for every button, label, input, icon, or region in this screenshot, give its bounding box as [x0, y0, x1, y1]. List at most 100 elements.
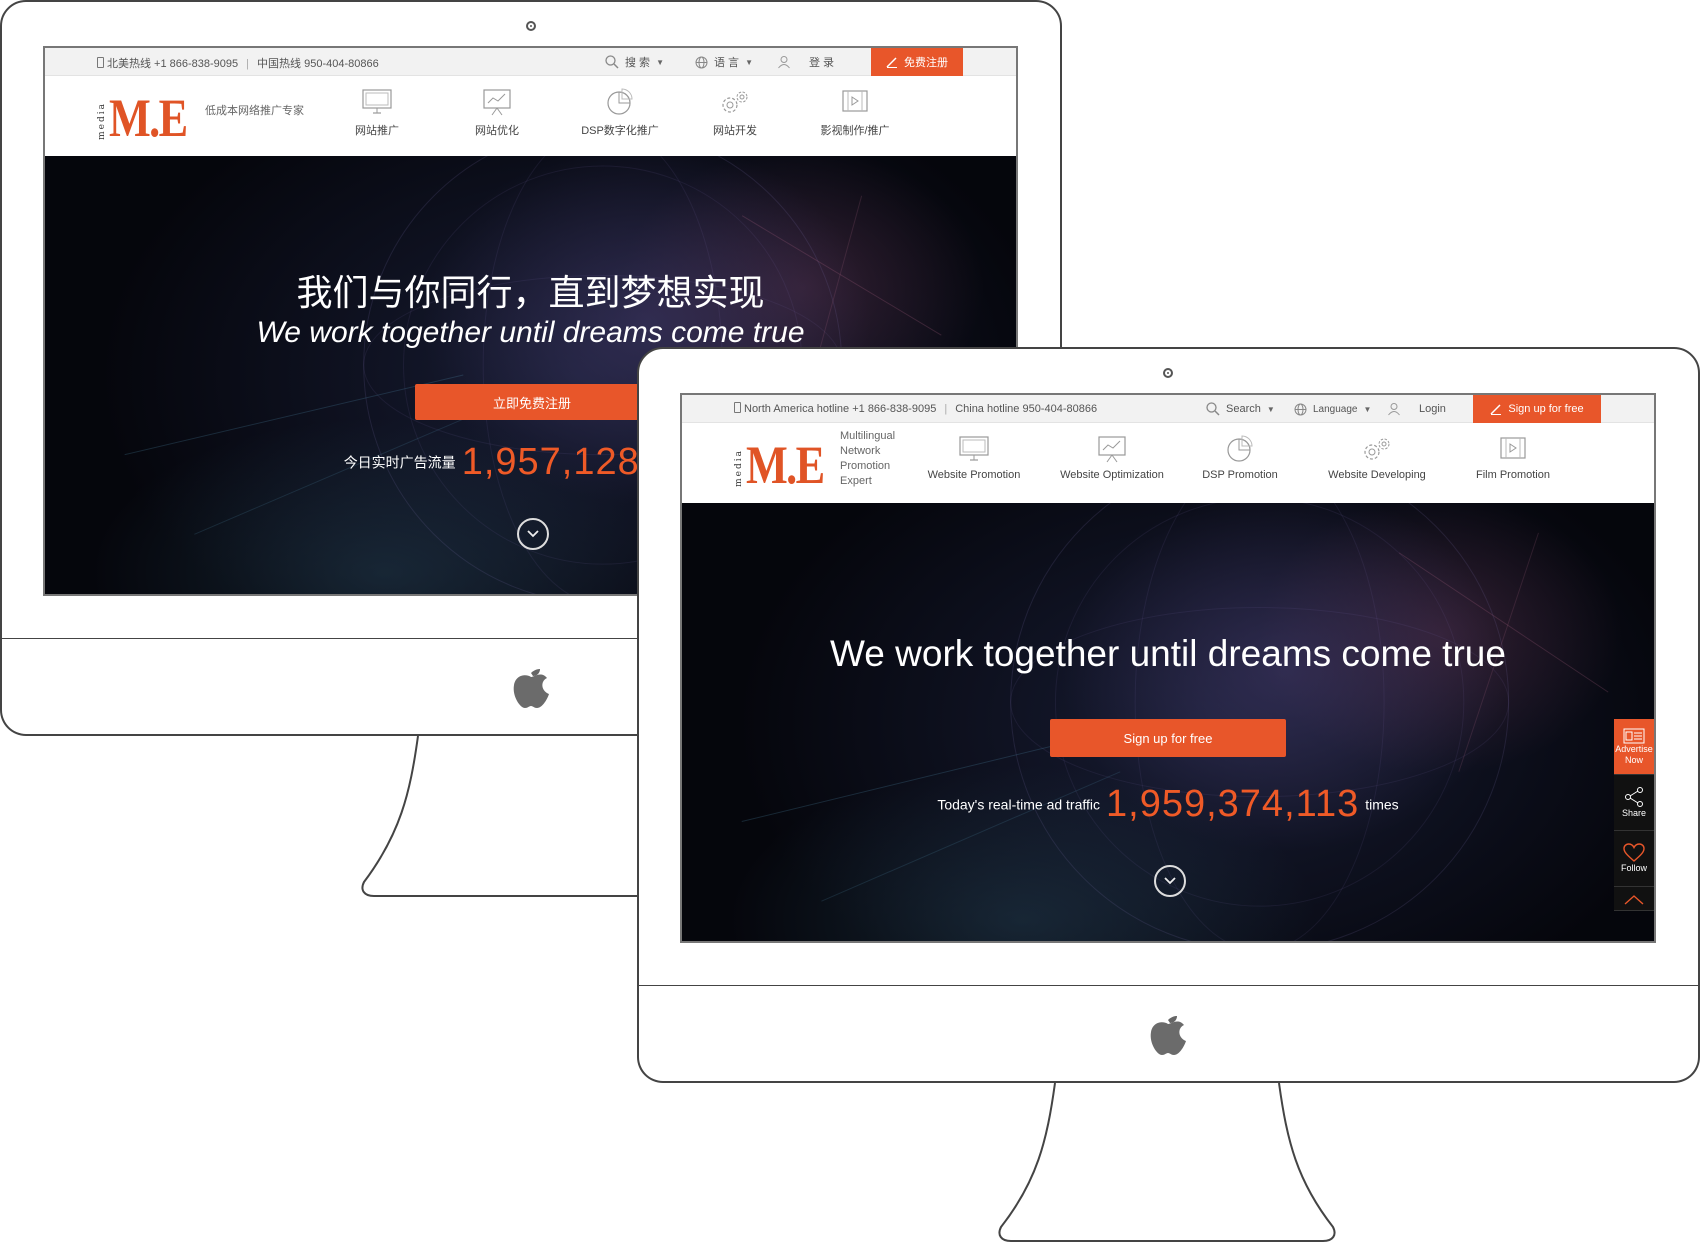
tagline-line: Expert: [840, 475, 872, 487]
nav-label: 网站推广: [355, 125, 399, 137]
apple-logo-icon: [513, 669, 549, 708]
pencil-icon: [886, 57, 897, 68]
language-label: Language: [1313, 403, 1358, 415]
hero-title: We work together until dreams come true: [830, 633, 1506, 674]
logo-media-text: media: [734, 449, 744, 487]
front-imac-mockup: North America hotline +1 866-838-9095 | Ch…: [637, 347, 1700, 1247]
chart-board-icon: [483, 89, 511, 116]
camera-icon: [1163, 368, 1173, 378]
language-toggle[interactable]: 语 言 ▼: [695, 48, 753, 76]
nav-item-website-developing[interactable]: 网站开发: [695, 88, 775, 138]
advertise-label: Advertise Now: [1615, 743, 1653, 765]
chart-board-icon: [1098, 436, 1126, 463]
nav-label: Website Developing: [1328, 469, 1426, 481]
language-label: 语 言: [714, 57, 740, 69]
nav-item-dsp[interactable]: DSP Promotion: [1190, 435, 1290, 481]
search-label: 搜 索: [625, 57, 651, 69]
tagline-line: Multilingual: [840, 430, 896, 442]
phone-icon: [97, 57, 104, 68]
follow-button[interactable]: Follow: [1614, 831, 1654, 887]
tagline: Multilingual Network Promotion Expert: [840, 429, 895, 489]
hotline-info: 北美热线 +1 866-838-9095 | 中国热线 950-404-80866: [97, 55, 379, 71]
back-to-top-button[interactable]: [1614, 887, 1654, 911]
site-logo[interactable]: media M.E: [734, 435, 841, 495]
logo-me-text: M.E: [746, 435, 825, 495]
nav-label: 影视制作/推广: [820, 125, 890, 137]
signup-button[interactable]: Sign up for free: [1473, 395, 1601, 423]
login-link[interactable]: 登 录: [777, 48, 834, 76]
chevron-down-icon: [527, 530, 539, 538]
search-toggle[interactable]: Search ▼: [1206, 395, 1275, 423]
nav-item-dsp[interactable]: DSP数字化推广: [565, 88, 675, 138]
nav-item-website-promotion[interactable]: 网站推广: [337, 88, 417, 138]
hero-title-cn: 我们与你同行，直到梦想实现: [296, 273, 765, 314]
share-button[interactable]: Share: [1614, 775, 1654, 831]
nav-label: 网站优化: [475, 125, 519, 137]
top-utility-bar: North America hotline +1 866-838-9095 | Ch…: [682, 395, 1654, 423]
signup-button[interactable]: 免费注册: [871, 48, 963, 76]
globe-icon: [1294, 403, 1307, 415]
nav-item-website-optimization[interactable]: 网站优化: [457, 88, 537, 138]
traffic-label: 今日实时广告流量: [343, 454, 456, 471]
film-icon: [1500, 437, 1526, 459]
tagline-line: Network: [840, 445, 881, 457]
nav-label: DSP Promotion: [1202, 469, 1278, 481]
hotline-cn: China hotline 950-404-80866: [955, 403, 1098, 415]
scroll-down-button[interactable]: [517, 518, 549, 550]
scroll-down-button[interactable]: [1154, 865, 1186, 897]
tagline: 低成本网络推广专家: [205, 105, 304, 117]
phone-icon: [734, 402, 741, 413]
pie-chart-icon: [607, 88, 633, 115]
login-link[interactable]: Login: [1387, 395, 1446, 423]
chevron-down-icon: ▼: [656, 57, 664, 67]
hotline-na: 北美热线 +1 866-838-9095: [107, 58, 239, 70]
main-nav: media M.E Multilingual Network Promotion…: [682, 423, 1654, 503]
main-nav: media M.E 低成本网络推广专家 网站推广 网站优化 DSP数字化推广 网…: [45, 76, 1016, 156]
apple-logo-icon: [1150, 1016, 1186, 1055]
nav-label: Website Optimization: [1060, 469, 1164, 481]
monitor-icon: [362, 89, 392, 114]
nav-item-website-promotion[interactable]: Website Promotion: [918, 435, 1030, 481]
nav-label: Website Promotion: [927, 469, 1021, 481]
nav-item-website-developing[interactable]: Website Developing: [1312, 435, 1442, 481]
signup-label: 免费注册: [904, 57, 948, 69]
hero-signup-button[interactable]: 立即免费注册: [415, 384, 649, 420]
heart-icon: [1623, 843, 1645, 862]
logo-media-text: media: [97, 102, 107, 140]
hero-banner: We work together until dreams come true …: [682, 503, 1654, 941]
nav-item-film[interactable]: Film Promotion: [1458, 435, 1568, 481]
hotline-info: North America hotline +1 866-838-9095 | Ch…: [734, 402, 1097, 415]
search-icon: [1206, 402, 1220, 416]
login-label: Login: [1419, 403, 1446, 415]
nav-label: Film Promotion: [1476, 469, 1550, 481]
follow-label: Follow: [1620, 863, 1647, 873]
search-toggle[interactable]: 搜 索 ▼: [605, 48, 664, 76]
traffic-counter: Today's real-time ad traffic 1,959,374,11…: [682, 783, 1654, 826]
globe-icon: [695, 56, 708, 68]
hero-signup-button[interactable]: Sign up for free: [1050, 719, 1286, 757]
pie-chart-icon: [1227, 435, 1253, 462]
camera-icon: [526, 21, 536, 31]
signup-label: Sign up for free: [1508, 403, 1584, 415]
nav-item-website-optimization[interactable]: Website Optimization: [1042, 435, 1182, 481]
hotline-na: North America hotline +1 866-838-9095: [744, 403, 937, 415]
monitor-icon: [959, 436, 989, 461]
ad-board-icon: [1623, 728, 1645, 743]
gears-icon: [1364, 438, 1390, 460]
gears-icon: [722, 91, 748, 113]
nav-label: 网站开发: [713, 125, 757, 137]
language-toggle[interactable]: Language ▼: [1294, 395, 1371, 423]
logo-me-text: M.E: [109, 88, 188, 148]
front-website-screen: North America hotline +1 866-838-9095 | Ch…: [680, 393, 1656, 943]
pencil-icon: [1490, 404, 1502, 415]
site-logo[interactable]: media M.E: [97, 88, 204, 148]
user-icon: [1388, 403, 1400, 416]
hero-title-en: We work together until dreams come true: [256, 316, 805, 349]
nav-item-film[interactable]: 影视制作/推广: [800, 88, 910, 138]
chevron-up-icon: [1624, 894, 1644, 905]
advertise-now-button[interactable]: Advertise Now: [1614, 719, 1654, 775]
search-icon: [605, 55, 619, 69]
floating-side-bar: Advertise Now Share Follow: [1614, 719, 1654, 911]
traffic-number: 1,959,374,113: [1106, 783, 1360, 825]
nav-label: DSP数字化推广: [581, 125, 659, 137]
